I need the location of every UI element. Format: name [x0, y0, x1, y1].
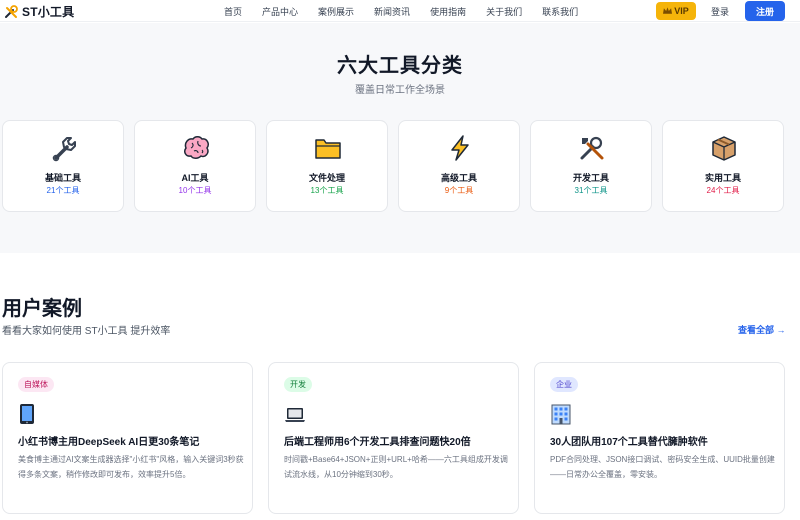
category-count: 13个工具 [310, 186, 344, 195]
laptop-icon [285, 408, 305, 422]
brain-icon [184, 136, 209, 159]
nav-item-contact[interactable]: 联系我们 [542, 5, 578, 18]
nav-item-cases[interactable]: 案例展示 [318, 5, 354, 18]
case-tag: 企业 [550, 377, 578, 392]
top-header: ST小工具 首页 产品中心 案例展示 新闻资讯 使用指南 关于我们 联系我们 V… [0, 0, 800, 22]
case-description: 时间戳+Base64+JSON+正则+URL+哈希——六工具组成开发调试流水线，… [284, 455, 508, 479]
category-name: AI工具 [181, 173, 209, 183]
nav-item-about[interactable]: 关于我们 [486, 5, 522, 18]
category-card-advanced[interactable]: 高级工具 9个工具 [398, 120, 520, 212]
crown-icon [663, 7, 673, 14]
logo-tools-icon [5, 4, 18, 18]
case-card-enterprise[interactable]: 企业 30人团队用107个工具替代臃肿软件 PDF合同处理、JSON接口调试、密… [534, 362, 785, 514]
case-description: 美食博主通过AI文案生成器选择"小红书"风格，输入关键词3秒获得多条文案，稍作修… [18, 455, 244, 479]
case-title: 30人团队用107个工具替代臃肿软件 [550, 437, 708, 448]
cases-subtitle: 看看大家如何使用 ST小工具 提升效率 [2, 326, 171, 337]
nav-item-products[interactable]: 产品中心 [262, 5, 298, 18]
vip-label: VIP [674, 6, 689, 16]
nav-item-home[interactable]: 首页 [224, 5, 242, 18]
category-count: 24个工具 [706, 186, 740, 195]
view-all-link[interactable]: 查看全部 → [738, 323, 786, 336]
case-description: PDF合同处理、JSON接口调试、密码安全生成、UUID批量创建——日常办公全覆… [550, 455, 775, 479]
case-title: 后端工程师用6个开发工具排查问题快20倍 [284, 437, 471, 448]
category-card-file[interactable]: 文件处理 13个工具 [266, 120, 388, 212]
phone-icon [20, 404, 34, 424]
lightning-icon [451, 135, 469, 161]
category-card-dev[interactable]: 开发工具 31个工具 [530, 120, 652, 212]
vip-button[interactable]: VIP [656, 2, 696, 20]
category-count: 10个工具 [178, 186, 212, 195]
case-tag: 开发 [284, 377, 312, 392]
register-button[interactable]: 注册 [745, 1, 785, 21]
category-count: 9个工具 [444, 186, 474, 195]
login-link[interactable]: 登录 [711, 5, 729, 18]
case-card-media[interactable]: 自媒体 小红书博主用DeepSeek AI日更30条笔记 美食博主通过AI文案生… [2, 362, 253, 514]
case-title: 小红书博主用DeepSeek AI日更30条笔记 [18, 437, 200, 448]
nav-item-guide[interactable]: 使用指南 [430, 5, 466, 18]
folder-icon [315, 139, 341, 159]
category-name: 高级工具 [440, 173, 477, 183]
case-card-dev[interactable]: 开发 后端工程师用6个开发工具排查问题快20倍 时间戳+Base64+JSON+… [268, 362, 519, 514]
categories-title: 六大工具分类 [337, 55, 463, 77]
building-icon [551, 404, 571, 425]
category-name: 实用工具 [704, 173, 741, 183]
category-card-basic[interactable]: 基础工具 21个工具 [2, 120, 124, 212]
main-nav: 首页 产品中心 案例展示 新闻资讯 使用指南 关于我们 联系我们 [224, 5, 598, 18]
category-card-utility[interactable]: 实用工具 24个工具 [662, 120, 784, 212]
category-name: 基础工具 [44, 173, 81, 183]
cases-title: 用户案例 [2, 298, 82, 320]
category-name: 文件处理 [308, 173, 345, 183]
tools-icon [580, 136, 604, 160]
package-icon [712, 136, 736, 161]
case-tag: 自媒体 [18, 377, 54, 392]
category-count: 21个工具 [46, 186, 80, 195]
category-name: 开发工具 [572, 173, 609, 183]
categories-subtitle: 覆盖日常工作全场景 [355, 85, 445, 96]
category-count: 31个工具 [574, 186, 608, 195]
logo-text: ST小工具 [22, 5, 75, 19]
category-card-ai[interactable]: AI工具 10个工具 [134, 120, 256, 212]
nav-item-news[interactable]: 新闻资讯 [374, 5, 410, 18]
logo[interactable]: ST小工具 [4, 3, 74, 20]
wrench-icon [52, 137, 76, 162]
categories-section: 六大工具分类 覆盖日常工作全场景 基础工具 21个工具 AI工具 10个工具 文… [0, 23, 800, 253]
